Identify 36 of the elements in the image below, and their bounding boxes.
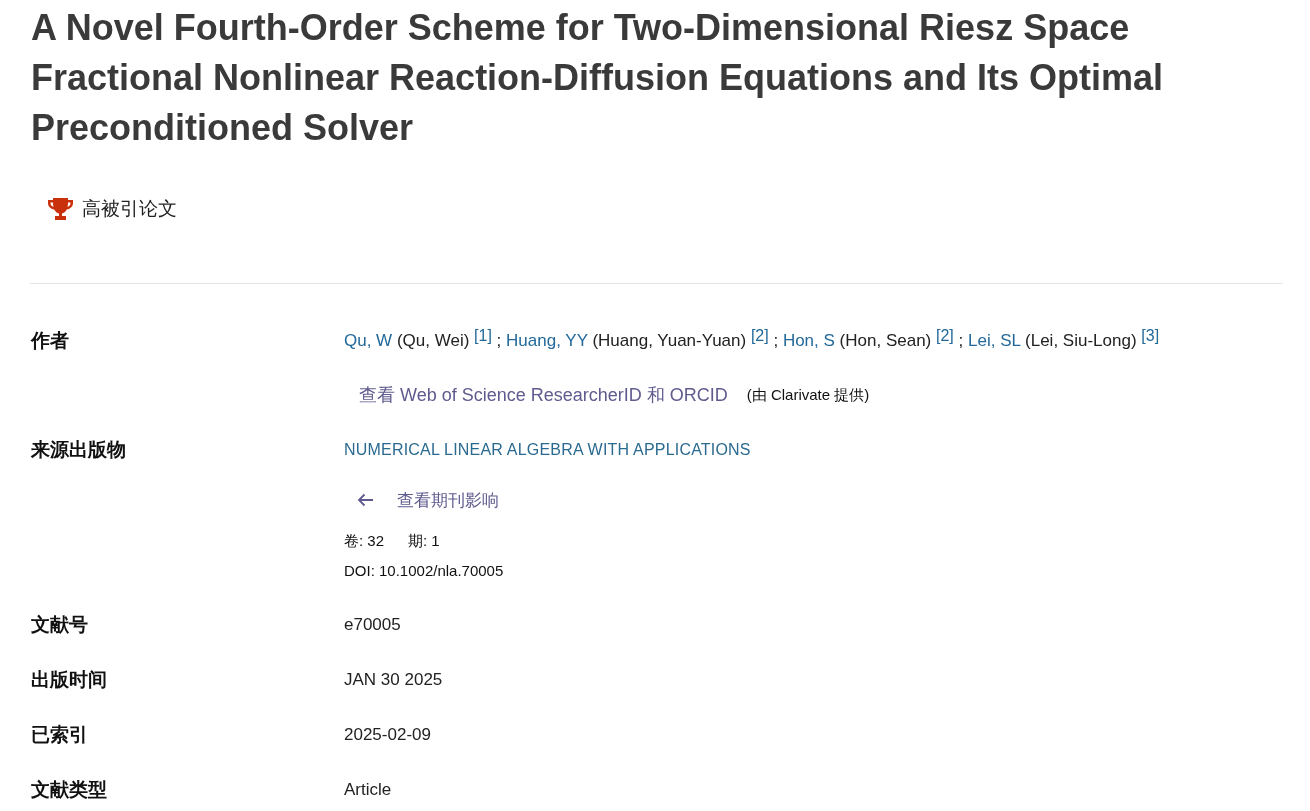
- provider-note: (由 Clarivate 提供): [746, 385, 870, 405]
- affiliation-ref-link[interactable]: [1]: [474, 327, 492, 344]
- source-title-link[interactable]: NUMERICAL LINEAR ALGEBRA WITH APPLICATIONS: [344, 435, 751, 465]
- author-link[interactable]: Qu, W: [344, 331, 393, 350]
- field-label: 出版时间: [31, 668, 107, 692]
- affiliation-ref-link[interactable]: [2]: [936, 327, 954, 344]
- page-title: A Novel Fourth-Order Scheme for Two-Dimensional Riesz Space Fractional Nonlinear Reaction-Diffusion Equations and Its Optimal Preconditioned Solver: [31, 6, 1165, 150]
- field-value: e70005: [344, 614, 401, 636]
- author-separator: ;: [773, 331, 779, 350]
- author-full-name: (Qu, Wei): [396, 331, 470, 350]
- issue-text: 期: 1: [408, 531, 440, 551]
- field-value: Article: [344, 779, 392, 801]
- left-arrow-icon: [357, 493, 374, 507]
- volume-text: 卷: 32: [344, 531, 385, 551]
- field-label: 文献类型: [31, 778, 107, 802]
- author-link[interactable]: Hon, S: [782, 331, 835, 350]
- field-value: 2025-02-09: [344, 724, 431, 746]
- journal-impact-link[interactable]: 查看期刊影响: [344, 485, 499, 515]
- affiliation-ref-link[interactable]: [3]: [1141, 327, 1160, 344]
- researcher-id-link[interactable]: 查看 Web of Science ResearcherID 和 ORCID: [359, 383, 728, 407]
- author-full-name: (Hon, Sean): [839, 331, 932, 350]
- author-separator: ;: [958, 331, 964, 350]
- author-full-name: (Huang, Yuan-Yuan): [592, 331, 747, 350]
- author-link[interactable]: Huang, YY: [506, 331, 588, 350]
- author-separator: ;: [496, 331, 502, 350]
- field-label: 文献号: [31, 613, 88, 637]
- field-label: 作者: [31, 329, 69, 353]
- highly-cited-label: 高被引论文: [82, 197, 177, 221]
- trophy-icon: [48, 198, 73, 220]
- field-label: 已索引: [31, 723, 88, 747]
- doi-text: DOI: 10.1002/nla.70005: [344, 561, 504, 581]
- field-label: 来源出版物: [31, 438, 126, 462]
- author-full-name: (Lei, Siu-Long): [1025, 331, 1137, 350]
- author-link[interactable]: Lei, SL: [968, 331, 1021, 350]
- affiliation-ref-link[interactable]: [2]: [750, 327, 769, 344]
- field-value: JAN 30 2025: [344, 669, 443, 691]
